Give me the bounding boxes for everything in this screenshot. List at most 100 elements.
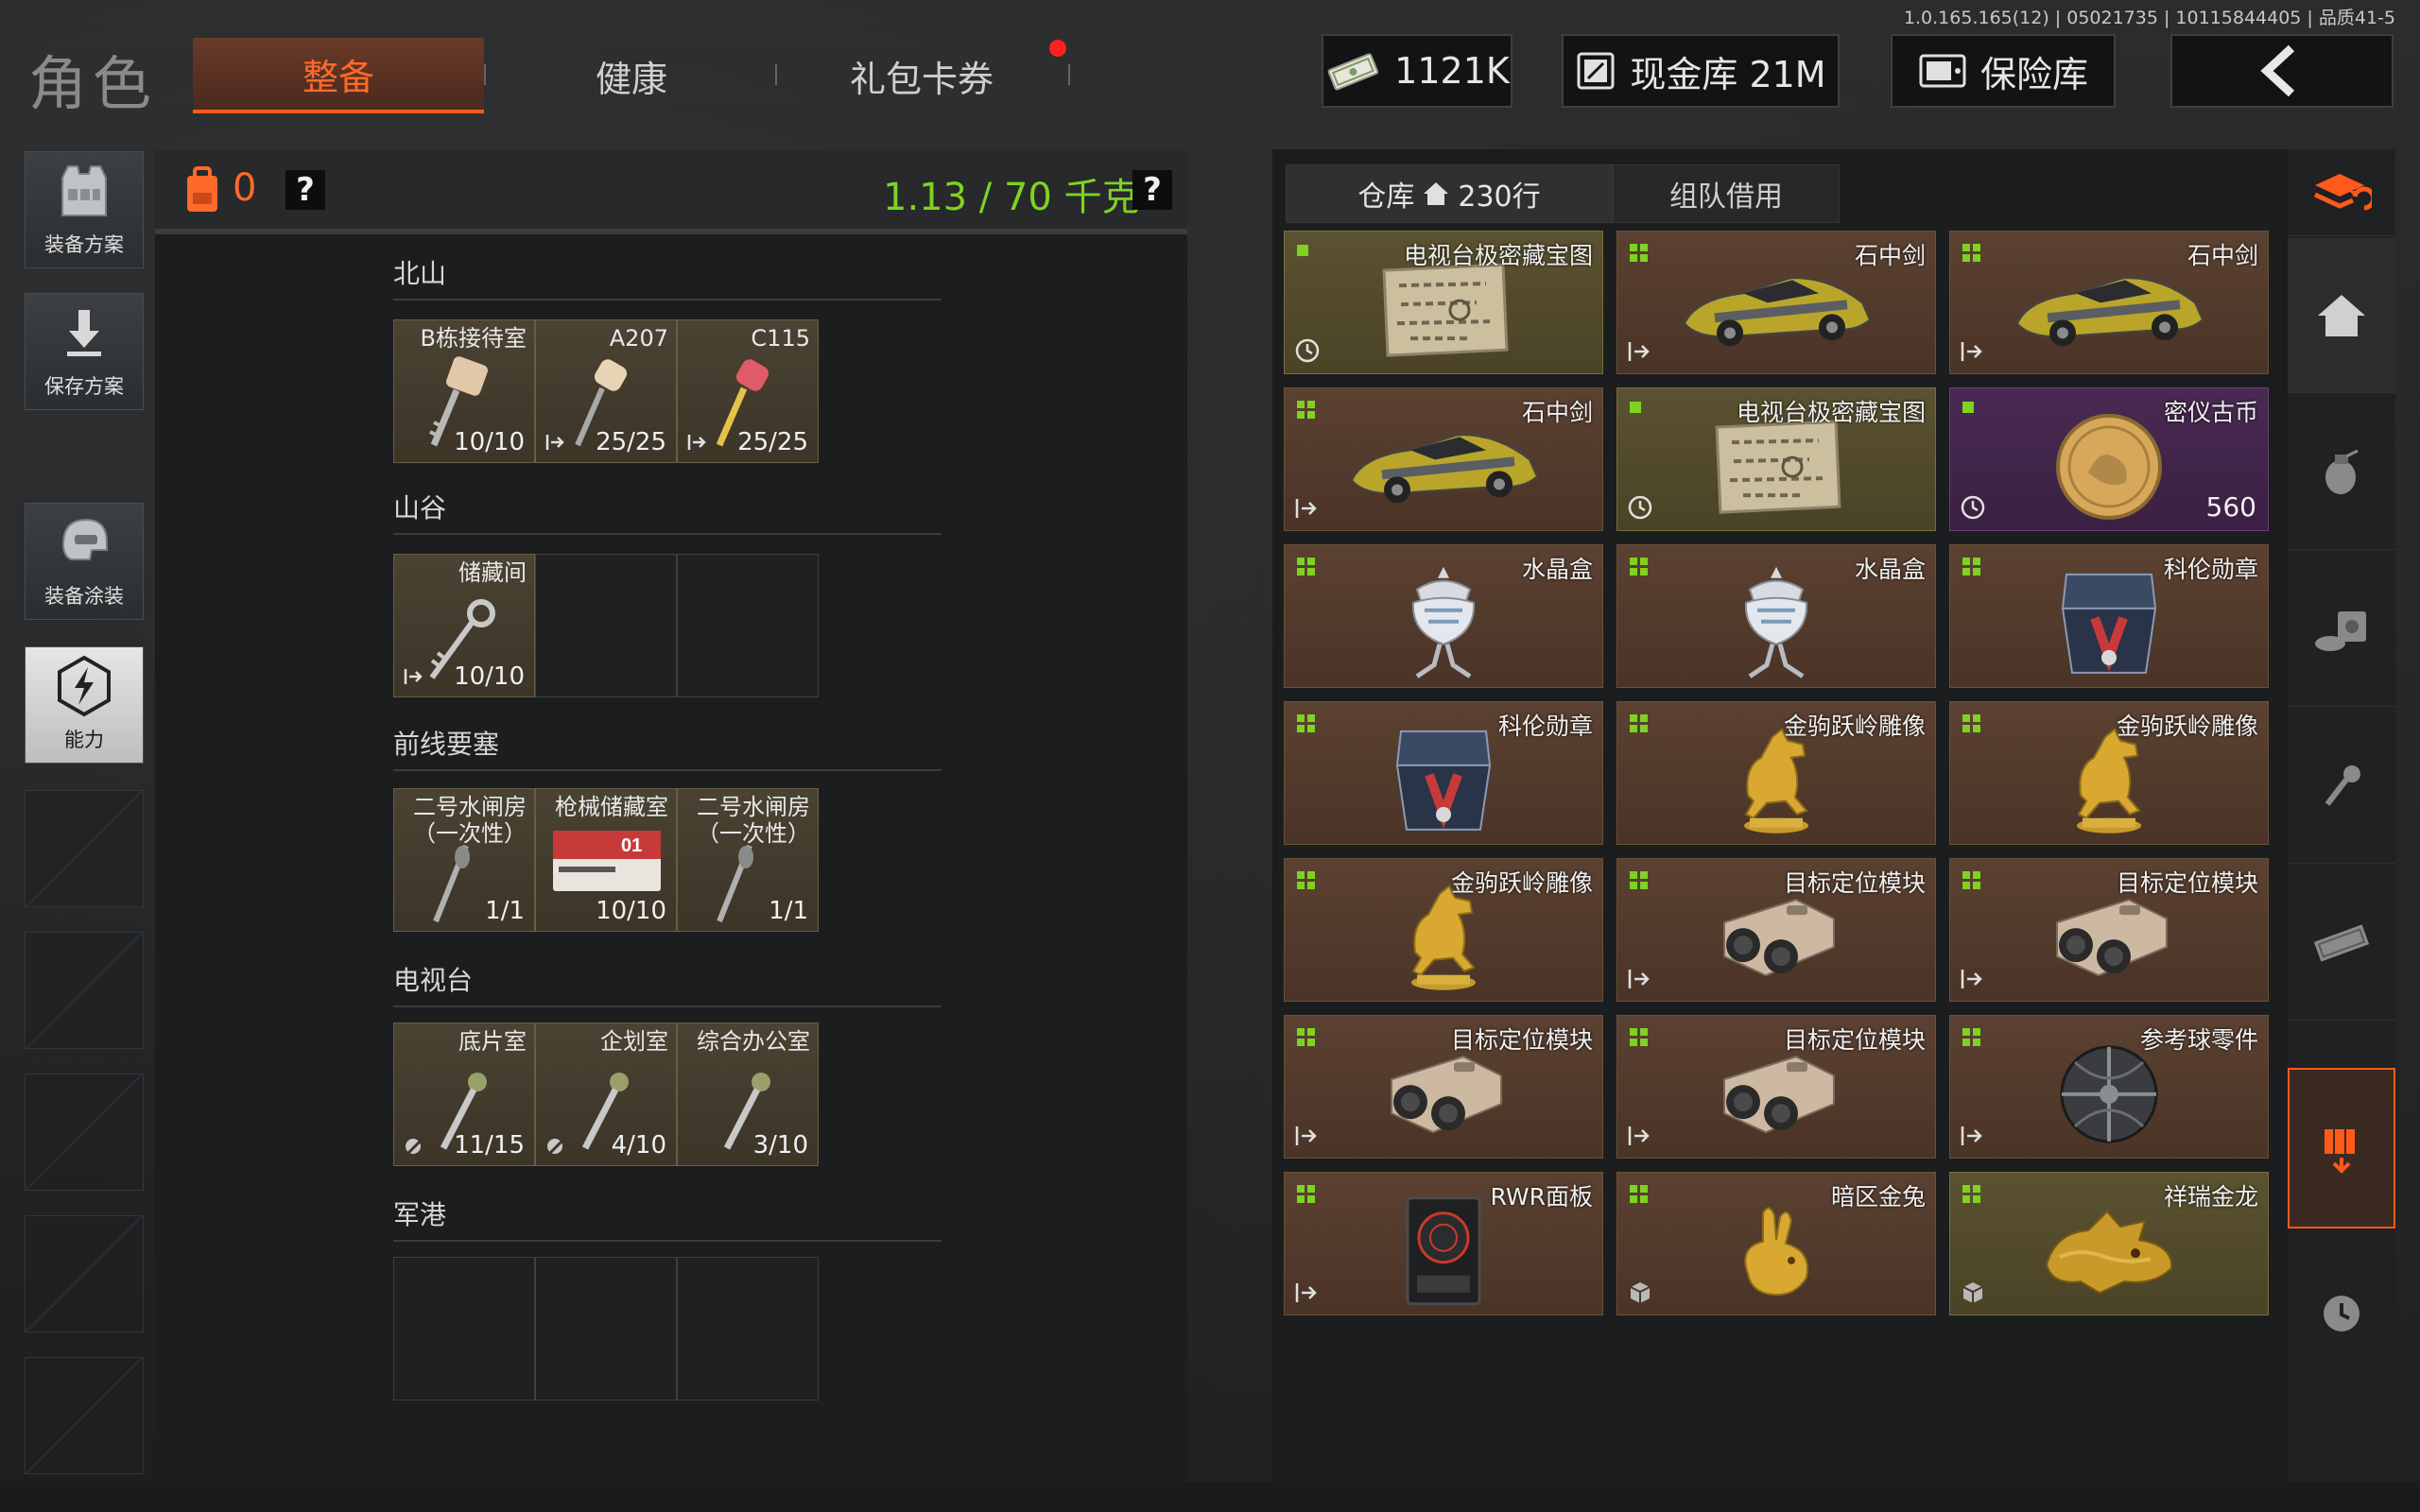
helmet-icon: [61, 518, 108, 560]
key-slot[interactable]: B栋接待室 10/10: [393, 319, 535, 463]
warehouse-rows: 230行: [1458, 180, 1541, 214]
category-grenade[interactable]: [2288, 395, 2395, 550]
item-slot[interactable]: 科伦勋章: [1949, 544, 2269, 688]
item-slot[interactable]: 金驹跃岭雕像: [1284, 858, 1603, 1002]
sidebar-item-save-loadout[interactable]: 保存方案: [25, 293, 144, 410]
gold-dragon-icon: [2033, 1198, 2185, 1306]
tab-gift-cards[interactable]: 礼包卡券: [813, 38, 1030, 113]
item-slot[interactable]: 电视台极密藏宝图: [1616, 387, 1936, 531]
key-slot[interactable]: 01 枪械储藏室 10/10: [535, 788, 677, 932]
key-name: 底片室: [458, 1028, 527, 1055]
weight-help-button[interactable]: ?: [1132, 170, 1172, 210]
tab-warehouse[interactable]: 仓库 230行: [1286, 164, 1613, 223]
item-slot[interactable]: 石中剑: [1284, 387, 1603, 531]
region-divider: [393, 1240, 942, 1242]
size-indicator: [1296, 1027, 1317, 1052]
help-button[interactable]: ?: [285, 170, 325, 210]
size-indicator: [1962, 243, 1982, 267]
treasure-map-icon: [1705, 414, 1847, 522]
sidebar-item-ability[interactable]: 能力: [25, 646, 144, 764]
empty-key-slot[interactable]: [677, 1257, 819, 1400]
sidebar-item-loadout[interactable]: 装备方案: [25, 151, 144, 268]
key-name: 储藏间: [458, 559, 527, 586]
medal-box-icon: [2048, 567, 2170, 684]
item-slot[interactable]: 目标定位模块: [1284, 1015, 1603, 1159]
key-panel: 0 ? 1.13 / 70 千克 ? 北山 B栋接待室 10/10 A207 2…: [155, 149, 1187, 1482]
backpack-icon: [187, 166, 217, 212]
key-slot[interactable]: 企划室 4/10: [535, 1022, 677, 1166]
item-name: 石中剑: [1854, 242, 1926, 269]
item-slot[interactable]: 参考球零件: [1949, 1015, 2269, 1159]
item-slot[interactable]: 科伦勋章: [1284, 701, 1603, 845]
item-slot[interactable]: 石中剑: [1616, 231, 1936, 374]
category-keys[interactable]: [2288, 709, 2395, 864]
category-cash[interactable]: [2288, 866, 2395, 1021]
empty-key-slot[interactable]: [535, 554, 677, 697]
tab-label: 礼包卡券: [849, 58, 994, 100]
broken-icon: [547, 1135, 568, 1156]
key-slot[interactable]: C115 25/25: [677, 319, 819, 463]
sidebar-item-label: 保存方案: [44, 375, 124, 398]
key-slot[interactable]: 底片室 11/15: [393, 1022, 535, 1166]
item-name: 目标定位模块: [1783, 869, 1926, 897]
empty-key-slot[interactable]: [393, 1257, 535, 1400]
cash-vault-label: 现金库 21M: [1630, 53, 1826, 95]
vest-icon: [61, 165, 107, 216]
tab-team-borrow[interactable]: 组队借用: [1613, 164, 1840, 223]
size-indicator: [1629, 713, 1650, 738]
key-icon: [2325, 765, 2360, 806]
item-slot[interactable]: 目标定位模块: [1949, 858, 2269, 1002]
key-slot[interactable]: 二号水闸房 （一次性） 1/1: [677, 788, 819, 932]
tab-prepare[interactable]: 整备: [193, 38, 484, 113]
svg-text:01: 01: [621, 835, 642, 856]
item-slot[interactable]: 密仪古币 560: [1949, 387, 2269, 531]
tab-divider: [775, 64, 777, 85]
key-name: A207: [609, 325, 668, 352]
currency-display[interactable]: 1121K: [1322, 34, 1512, 108]
category-recent[interactable]: [2288, 1236, 2395, 1391]
item-slot[interactable]: 电视台极密藏宝图: [1284, 231, 1603, 374]
weight-display: 1.13 / 70 千克: [883, 176, 1140, 219]
empty-key-slot[interactable]: [677, 554, 819, 697]
category-home[interactable]: [2288, 238, 2395, 393]
size-indicator: [1962, 1027, 1982, 1052]
key-slot[interactable]: A207 25/25: [535, 319, 677, 463]
key-slot[interactable]: 储藏间 10/10: [393, 554, 535, 697]
tab-label: 整备: [302, 56, 374, 98]
cash-vault-button[interactable]: 现金库 21M: [1562, 34, 1840, 108]
key-grid: 储藏间 10/10: [393, 554, 821, 697]
vault-icon: [1577, 52, 1615, 90]
item-slot[interactable]: RWR面板: [1284, 1172, 1603, 1315]
sidebar-item-skins[interactable]: 装备涂装: [25, 503, 144, 620]
size-indicator: [1962, 557, 1982, 581]
size-indicator: [1296, 557, 1317, 581]
key-slot[interactable]: 综合办公室 3/10: [677, 1022, 819, 1166]
category-collectibles[interactable]: [2288, 1068, 2395, 1228]
item-slot[interactable]: 祥瑞金龙: [1949, 1172, 2269, 1315]
category-valuables[interactable]: [2288, 552, 2395, 707]
item-name: 目标定位模块: [1450, 1026, 1593, 1054]
item-slot[interactable]: 石中剑: [1949, 231, 2269, 374]
back-button[interactable]: [2170, 34, 2394, 108]
clock-icon: [1628, 495, 1652, 520]
item-slot[interactable]: 金驹跃岭雕像: [1616, 701, 1936, 845]
size-indicator: [1296, 1184, 1317, 1209]
item-slot[interactable]: 金驹跃岭雕像: [1949, 701, 2269, 845]
item-slot[interactable]: 目标定位模块: [1616, 858, 1936, 1002]
empty-key-slot[interactable]: [535, 1257, 677, 1400]
grid-icon: [1297, 714, 1315, 732]
clock-icon: [1295, 338, 1320, 363]
item-slot[interactable]: 水晶盒: [1284, 544, 1603, 688]
gold-rabbit-icon: [1720, 1194, 1833, 1312]
sort-button[interactable]: [2288, 149, 2395, 236]
item-name: 目标定位模块: [1783, 1026, 1926, 1054]
exit-icon: [1295, 1283, 1317, 1302]
small-size-icon: [1297, 245, 1308, 256]
item-slot[interactable]: 目标定位模块: [1616, 1015, 1936, 1159]
key-slot[interactable]: 二号水闸房 （一次性） 1/1: [393, 788, 535, 932]
safe-button[interactable]: 保险库: [1891, 34, 2116, 108]
item-slot[interactable]: 水晶盒: [1616, 544, 1936, 688]
item-slot[interactable]: 暗区金兔: [1616, 1172, 1936, 1315]
item-name: 目标定位模块: [2116, 869, 2258, 897]
tab-health[interactable]: 健康: [537, 38, 726, 113]
